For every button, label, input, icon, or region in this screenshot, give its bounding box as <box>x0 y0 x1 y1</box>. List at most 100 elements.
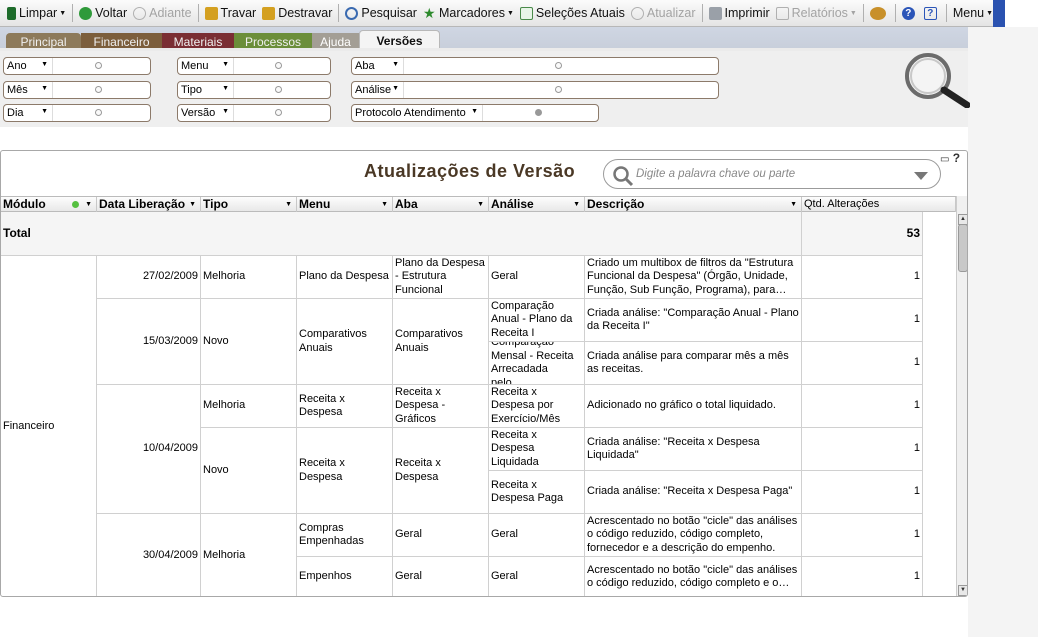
lock-button[interactable]: Travar <box>202 2 260 24</box>
aba-cell[interactable]: Geral <box>393 557 489 596</box>
total-label: Total <box>1 212 802 256</box>
chevron-down-icon: ▼ <box>41 85 48 92</box>
scroll-thumb[interactable] <box>958 224 967 272</box>
bookmarks-button[interactable]: ★ Marcadores ▼ <box>420 2 517 24</box>
type-cell[interactable]: Melhoria <box>201 385 297 428</box>
help-icon[interactable]: ? <box>953 151 960 165</box>
date-cell[interactable]: 30/04/2009 <box>97 514 201 596</box>
search-button[interactable]: Pesquisar <box>342 2 420 24</box>
filter-versao[interactable]: Versão ▼ <box>177 104 331 122</box>
qtd-cell: 1 <box>802 299 923 342</box>
type-cell[interactable]: Novo <box>201 299 297 385</box>
toolbar-overflow-icon[interactable] <box>993 0 1005 27</box>
qtd-cell: 1 <box>802 428 923 471</box>
tab-principal[interactable]: Principal <box>6 33 81 51</box>
column-header-modulo[interactable]: Módulo ▼ <box>1 197 97 212</box>
column-label: Análise <box>491 197 534 211</box>
menu-cell[interactable]: Plano da Despesa <box>297 256 393 299</box>
menu-button[interactable]: Menu ▼ <box>950 2 996 24</box>
column-header-analise[interactable]: Análise ▼ <box>489 197 585 212</box>
menu-cell[interactable]: Receita x Despesa <box>297 428 393 514</box>
column-label: Descrição <box>587 197 645 211</box>
users-button[interactable] <box>867 2 892 24</box>
analise-cell[interactable]: Geral <box>489 514 585 557</box>
users-icon <box>869 6 886 20</box>
filter-aba[interactable]: Aba ▼ <box>351 57 719 75</box>
filter-protocolo[interactable]: Protocolo Atendimento ▼ <box>351 104 599 122</box>
print-icon <box>708 6 722 20</box>
forward-button[interactable]: Adiante <box>130 2 194 24</box>
help-button[interactable]: ? <box>899 2 921 24</box>
aba-cell[interactable]: Geral <box>393 514 489 557</box>
descricao-cell: Criada análise: "Comparação Anual - Plan… <box>585 299 802 342</box>
clear-button[interactable]: Limpar ▼ <box>4 2 69 24</box>
current-selections-button[interactable]: Seleções Atuais <box>517 2 628 24</box>
tab-financeiro[interactable]: Financeiro <box>81 33 162 51</box>
type-cell[interactable]: Novo <box>201 428 297 514</box>
print-button[interactable]: Imprimir <box>706 2 773 24</box>
refresh-icon <box>630 6 644 20</box>
aba-cell[interactable]: Comparativos Anuais <box>393 299 489 385</box>
back-button[interactable]: Voltar <box>76 2 130 24</box>
current-selections-label: Seleções Atuais <box>535 6 625 20</box>
chevron-down-icon: ▼ <box>189 201 196 208</box>
search-input[interactable]: Digite a palavra chave ou parte <box>603 159 941 189</box>
chevron-down-icon[interactable] <box>914 172 928 180</box>
print-icon[interactable]: ▭ <box>940 154 949 165</box>
tab-versoes[interactable]: Versões <box>359 30 440 51</box>
analise-cell[interactable]: Geral <box>489 256 585 299</box>
refresh-button[interactable]: Atualizar <box>628 2 699 24</box>
filter-label: Protocolo Atendimento <box>355 107 466 119</box>
column-header-qtd[interactable]: Qtd. Alterações <box>802 197 956 212</box>
filter-ano[interactable]: Ano ▼ <box>3 57 151 75</box>
column-header-descricao[interactable]: Descrição ▼ <box>585 197 802 212</box>
chevron-down-icon: ▼ <box>849 9 857 17</box>
menu-cell[interactable]: Receita x Despesa <box>297 385 393 428</box>
date-cell[interactable]: 15/03/2009 <box>97 299 201 385</box>
print-label: Imprimir <box>724 6 770 20</box>
aba-cell[interactable]: Receita x Despesa <box>393 428 489 514</box>
analise-cell[interactable]: Comparação Mensal - Receita Arrecadada p… <box>489 342 585 385</box>
filter-menu[interactable]: Menu ▼ <box>177 57 331 75</box>
filter-indicator-icon <box>535 109 542 116</box>
analise-cell[interactable]: Comparação Anual - Plano da Receita I <box>489 299 585 342</box>
analise-cell[interactable]: Receita x Despesa por Exercício/Mês <box>489 385 585 428</box>
menu-cell[interactable]: Comparativos Anuais <box>297 299 393 385</box>
date-cell[interactable]: 27/02/2009 <box>97 256 201 299</box>
column-header-data[interactable]: Data Liberação ▼ <box>97 197 201 212</box>
filter-indicator-icon <box>555 62 562 69</box>
filter-tipo[interactable]: Tipo ▼ <box>177 81 331 99</box>
filter-mes[interactable]: Mês ▼ <box>3 81 151 99</box>
checklist-icon <box>519 6 533 20</box>
type-cell[interactable]: Melhoria <box>201 256 297 299</box>
chevron-down-icon: ▼ <box>222 61 229 68</box>
column-header-menu[interactable]: Menu ▼ <box>297 197 393 212</box>
filter-analise[interactable]: Análise ▼ <box>351 81 719 99</box>
toolbar-divider <box>197 4 199 22</box>
analise-cell[interactable]: Geral <box>489 557 585 596</box>
vertical-scrollbar[interactable]: ▲ ▼ <box>956 196 967 596</box>
analise-cell[interactable]: Receita x Despesa Liquidada <box>489 428 585 471</box>
refresh-label: Atualizar <box>646 6 696 20</box>
reports-button[interactable]: Relatórios ▼ <box>773 2 860 24</box>
versions-table-panel: ▭ ? Atualizações de Versão Digite a pala… <box>0 150 968 597</box>
context-help-button[interactable]: ? <box>921 2 943 24</box>
module-cell[interactable]: Financeiro <box>1 256 97 596</box>
aba-cell[interactable]: Receita x Despesa - Gráficos <box>393 385 489 428</box>
scroll-down-icon[interactable]: ▼ <box>958 585 967 596</box>
filter-indicator-icon <box>95 86 102 93</box>
menu-cell[interactable]: Compras Empenhadas <box>297 514 393 557</box>
tab-processos[interactable]: Processos <box>234 33 312 51</box>
unlock-button[interactable]: Destravar <box>259 2 335 24</box>
column-header-tipo[interactable]: Tipo ▼ <box>201 197 297 212</box>
column-header-aba[interactable]: Aba ▼ <box>393 197 489 212</box>
tab-materiais[interactable]: Materiais <box>162 33 234 51</box>
aba-cell[interactable]: Plano da Despesa - Estrutura Funcional <box>393 256 489 299</box>
analise-cell[interactable]: Receita x Despesa Paga <box>489 471 585 514</box>
filter-dia[interactable]: Dia ▼ <box>3 104 151 122</box>
date-cell[interactable]: 10/04/2009 <box>97 385 201 514</box>
filter-indicator-icon <box>555 86 562 93</box>
type-cell[interactable]: Melhoria <box>201 514 297 596</box>
menu-cell[interactable]: Empenhos <box>297 557 393 596</box>
tab-ajuda[interactable]: Ajuda <box>312 33 359 51</box>
